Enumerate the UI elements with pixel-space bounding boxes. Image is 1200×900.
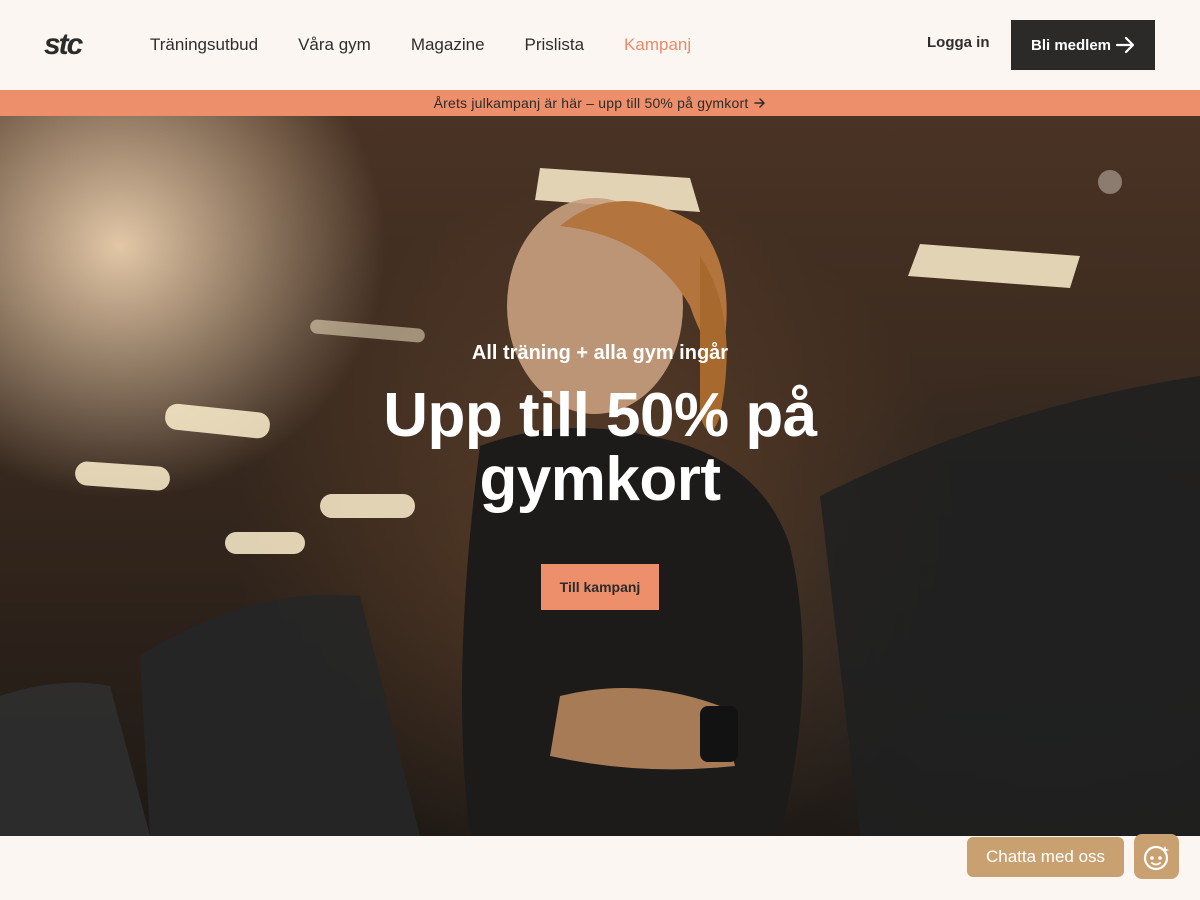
site-header: stc Träningsutbud Våra gym Magazine Pris…: [0, 0, 1200, 90]
promo-text: Årets julkampanj är här – upp till 50% p…: [433, 95, 749, 111]
nav-item-prislista[interactable]: Prislista: [525, 35, 585, 55]
chat-avatar-icon: [1143, 845, 1169, 870]
hero-title: Upp till 50% på gymkort: [383, 381, 817, 514]
logo-text: stc: [44, 28, 84, 60]
nav-item-traningsutbud[interactable]: Träningsutbud: [150, 35, 258, 55]
nav-item-magazine[interactable]: Magazine: [411, 35, 485, 55]
chat-avatar-button[interactable]: [1134, 834, 1179, 879]
login-link[interactable]: Logga in: [927, 34, 990, 51]
nav-item-kampanj[interactable]: Kampanj: [624, 35, 691, 55]
stc-logo[interactable]: stc: [44, 28, 104, 60]
arrow-right-icon: [754, 98, 766, 108]
person-silhouette: [462, 198, 803, 836]
join-button[interactable]: Bli medlem: [1011, 20, 1155, 70]
chat-button[interactable]: Chatta med oss: [967, 837, 1124, 877]
arrow-right-icon: [1115, 36, 1135, 54]
main-nav: Träningsutbud Våra gym Magazine Prislist…: [150, 0, 731, 90]
campaign-button[interactable]: Till kampanj: [541, 564, 659, 610]
hero-subtitle: All träning + alla gym ingår: [471, 342, 729, 364]
nav-item-vara-gym[interactable]: Våra gym: [298, 35, 371, 55]
promo-banner[interactable]: Årets julkampanj är här – upp till 50% p…: [0, 90, 1200, 116]
hero-section: All träning + alla gym ingår Upp till 50…: [0, 116, 1200, 836]
join-button-label: Bli medlem: [1031, 36, 1112, 54]
